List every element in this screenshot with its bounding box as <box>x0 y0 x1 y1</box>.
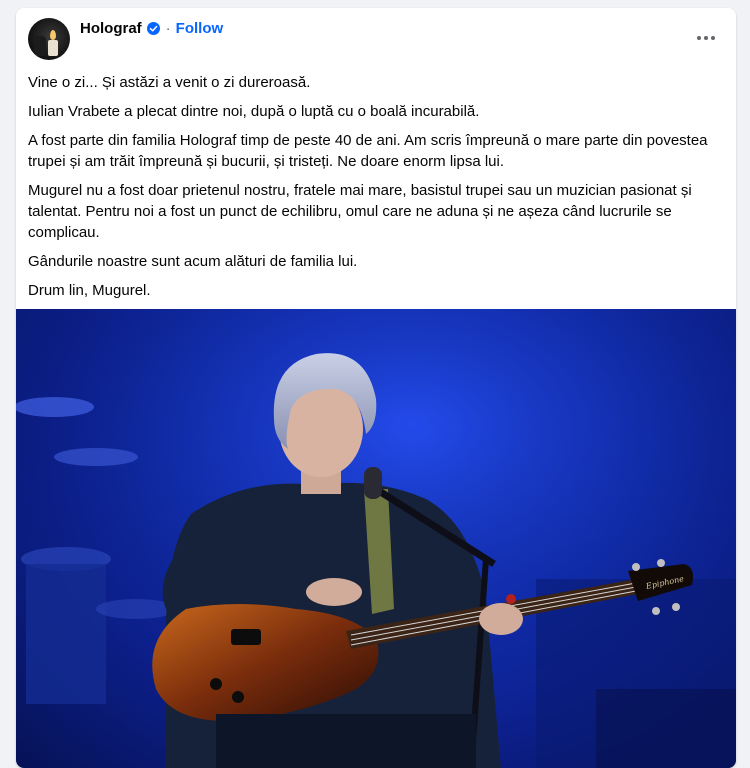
post-paragraph: Iulian Vrabete a plecat dintre noi, după… <box>28 103 480 120</box>
post-paragraph: Gândurile noastre sunt acum alături de f… <box>28 253 358 270</box>
tuning-peg <box>632 563 640 571</box>
musician-legs <box>216 714 476 768</box>
avatar-flame <box>50 30 56 40</box>
avatar-figure <box>34 36 46 56</box>
post-header: Holograf · Follow <box>16 8 736 70</box>
tuning-peg <box>652 607 660 615</box>
page-avatar[interactable] <box>28 18 70 60</box>
more-dot <box>704 36 708 40</box>
more-dot <box>697 36 701 40</box>
cymbal <box>54 448 138 466</box>
guitar-knob <box>210 678 222 690</box>
amp <box>596 689 736 768</box>
tuning-peg <box>657 559 665 567</box>
guitar-knob <box>232 691 244 703</box>
guitar-pickup <box>231 629 261 645</box>
more-dot <box>711 36 715 40</box>
microphone <box>364 467 382 499</box>
post-paragraph: Vine o zi... Și astăzi a venit o zi dure… <box>28 74 311 91</box>
post-paragraph: A fost parte din familia Holograf timp d… <box>28 132 708 170</box>
post-paragraph: Drum lin, Mugurel. <box>28 282 151 299</box>
drum-body <box>26 564 106 704</box>
tuning-peg <box>672 603 680 611</box>
cymbal <box>16 397 94 417</box>
post-text: Vine o zi... Și astăzi a venit o zi dure… <box>28 72 718 309</box>
post-card: Holograf · Follow Vine o zi... Și astăzi… <box>16 8 736 768</box>
verified-badge-icon <box>146 22 160 35</box>
more-options-icon[interactable] <box>688 24 724 52</box>
musician-fretting-hand <box>479 603 523 635</box>
name-row: Holograf · Follow <box>80 20 223 37</box>
post-photo[interactable]: Epiphone <box>16 309 736 768</box>
fingernail-accent <box>506 594 516 604</box>
page-name-link[interactable]: Holograf <box>80 20 142 37</box>
follow-button[interactable]: Follow <box>176 20 224 37</box>
photo-illustration: Epiphone <box>16 309 736 768</box>
separator-dot: · <box>165 20 171 37</box>
post-paragraph: Mugurel nu a fost doar prietenul nostru,… <box>28 182 692 241</box>
musician-hand <box>306 578 362 606</box>
avatar-candle <box>48 40 58 56</box>
